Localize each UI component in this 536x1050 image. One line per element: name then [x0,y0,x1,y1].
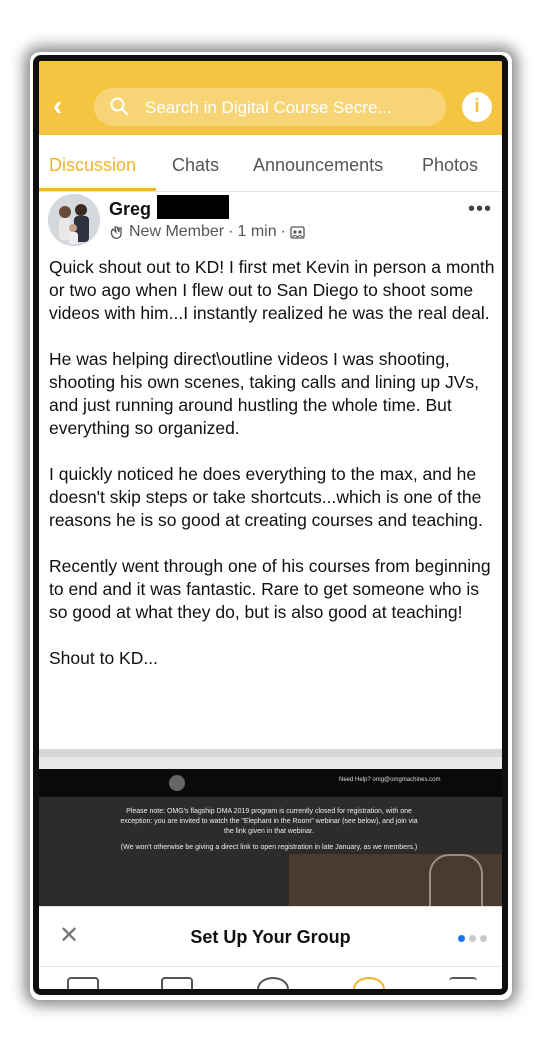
active-tab-indicator [39,188,156,191]
search-icon [110,97,128,115]
post-paragraph: I quickly noticed he does everything to … [49,464,483,530]
post-paragraph: Shout to KD... [49,648,158,668]
news-feed-icon[interactable] [67,977,99,989]
page-dot [458,935,465,942]
post-author-name[interactable]: Greg [109,199,151,220]
meta-separator: · [228,223,234,240]
setup-group-sheet: ✕ Set Up Your Group [39,906,502,967]
tab-announcements[interactable]: Announcements [253,155,383,176]
site-header [39,769,502,797]
page-dot [469,935,476,942]
browser-tabs [39,749,502,757]
notice-text: Please note: OMG's flagship DMA 2019 pro… [119,807,419,853]
notifications-icon[interactable] [353,977,385,989]
search-input[interactable]: Search in Digital Course Secre... [145,98,392,118]
groups-icon[interactable] [257,977,289,989]
group-audience-icon [290,225,305,239]
post-paragraph: He was helping direct\outline videos I w… [49,349,479,438]
tab-chats[interactable]: Chats [172,155,219,176]
post-paragraph: Quick shout out to KD! I first met Kevin… [49,257,495,323]
site-logo-icon [169,775,185,791]
help-text: Need Help? omg@omgmachines.com [339,777,441,783]
browser-chrome [39,749,502,770]
bottom-nav [39,966,502,989]
notice-paragraph: Please note: OMG's flagship DMA 2019 pro… [120,808,418,835]
search-bar[interactable]: Search in Digital Course Secre... [94,88,446,126]
page-dot [480,935,487,942]
sheet-title[interactable]: Set Up Your Group [39,927,502,948]
more-options-icon[interactable]: ••• [468,198,492,221]
tab-discussion[interactable]: Discussion [49,155,136,176]
tab-photos[interactable]: Photos [422,155,478,176]
post-body: Quick shout out to KD! I first met Kevin… [49,256,497,693]
post-paragraph: Recently went through one of his courses… [49,556,491,622]
wave-hand-icon [110,226,122,239]
meta-separator: · [280,223,286,240]
notice-paragraph: (We won't otherwise be giving a direct l… [120,844,418,851]
phone-frame: ‹ Search in Digital Course Secre... i Di… [33,55,508,995]
avatar[interactable] [48,194,100,246]
menu-icon[interactable] [449,977,477,989]
post-meta: New Member · 1 min · [109,223,305,241]
info-icon[interactable]: i [462,92,492,122]
member-badge: New Member [129,223,225,240]
app-screen: ‹ Search in Digital Course Secre... i Di… [39,61,502,989]
tab-bar: Discussion Chats Announcements Photos [39,135,502,192]
redaction-bar [157,195,229,219]
back-arrow-icon[interactable]: ‹ [53,92,75,120]
page-indicator [458,935,487,942]
watch-icon[interactable] [161,977,193,989]
avatar-photo-icon [48,194,100,246]
top-bar: ‹ Search in Digital Course Secre... i [39,61,502,135]
post-time: 1 min [237,223,277,240]
